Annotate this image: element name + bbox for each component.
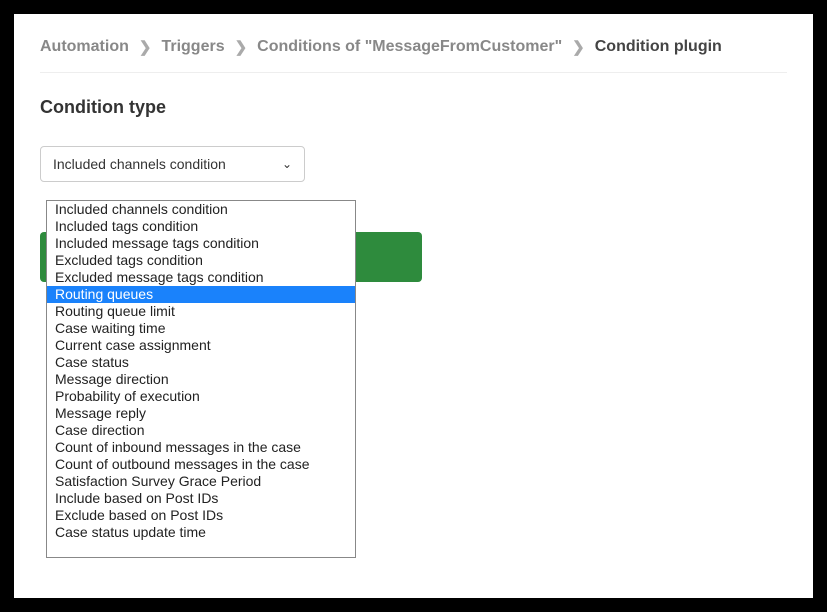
breadcrumb: Automation ❯ Triggers ❯ Conditions of "M… [40, 38, 787, 73]
window: Automation ❯ Triggers ❯ Conditions of "M… [14, 14, 813, 598]
breadcrumb-current: Condition plugin [595, 38, 722, 56]
dropdown-option[interactable]: Count of inbound messages in the case [47, 439, 355, 456]
dropdown-option[interactable]: Exclude based on Post IDs [47, 507, 355, 524]
dropdown-option[interactable]: Current case assignment [47, 337, 355, 354]
dropdown-option[interactable]: Included channels condition [47, 201, 355, 218]
chevron-down-icon: ⌄ [282, 157, 292, 171]
dropdown-option[interactable]: Probability of execution [47, 388, 355, 405]
dropdown-option[interactable]: Excluded tags condition [47, 252, 355, 269]
dropdown-option[interactable]: Count of outbound messages in the case [47, 456, 355, 473]
chevron-right-icon: ❯ [235, 38, 248, 56]
chevron-right-icon: ❯ [572, 38, 585, 56]
dropdown-option[interactable]: Message reply [47, 405, 355, 422]
dropdown-option[interactable]: Included message tags condition [47, 235, 355, 252]
condition-type-select[interactable]: Included channels condition ⌄ [40, 146, 305, 182]
page-title: Condition type [40, 97, 787, 118]
breadcrumb-item-conditions[interactable]: Conditions of "MessageFromCustomer" [257, 38, 562, 56]
dropdown-option[interactable]: Case status [47, 354, 355, 371]
select-value: Included channels condition [53, 156, 226, 172]
dropdown-option[interactable]: Case direction [47, 422, 355, 439]
condition-type-dropdown[interactable]: Included channels conditionIncluded tags… [46, 200, 356, 558]
breadcrumb-item-automation[interactable]: Automation [40, 38, 129, 56]
chevron-right-icon: ❯ [139, 38, 152, 56]
breadcrumb-item-triggers[interactable]: Triggers [161, 38, 224, 56]
dropdown-option[interactable]: Include based on Post IDs [47, 490, 355, 507]
dropdown-option[interactable]: Case status update time [47, 524, 355, 541]
dropdown-option[interactable]: Satisfaction Survey Grace Period [47, 473, 355, 490]
dropdown-option[interactable]: Case waiting time [47, 320, 355, 337]
dropdown-option[interactable]: Routing queues [47, 286, 355, 303]
select-wrap: Included channels condition ⌄ [40, 146, 305, 182]
dropdown-option[interactable]: Included tags condition [47, 218, 355, 235]
dropdown-option[interactable]: Routing queue limit [47, 303, 355, 320]
dropdown-option[interactable]: Message direction [47, 371, 355, 388]
dropdown-option[interactable]: Excluded message tags condition [47, 269, 355, 286]
